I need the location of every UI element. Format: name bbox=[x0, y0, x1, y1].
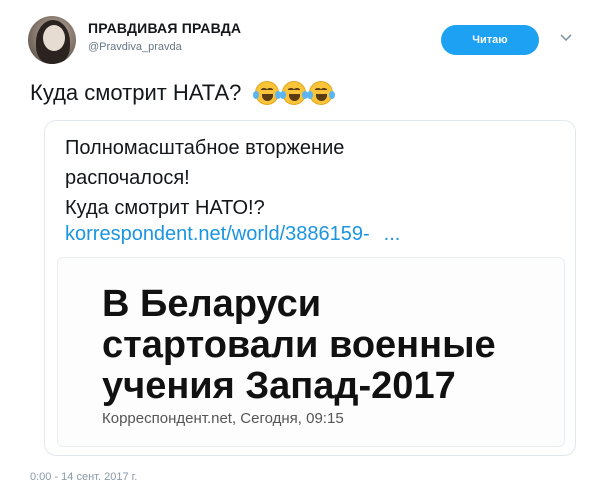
quoted-tweet-text: Полномасштабное вторжение распочалося! К… bbox=[65, 133, 344, 223]
avatar[interactable] bbox=[28, 16, 76, 64]
link-url[interactable]: korrespondent.net/world/3886159- bbox=[65, 223, 370, 245]
following-button[interactable]: Читаю bbox=[441, 25, 539, 55]
headline-line: стартовали военные bbox=[102, 324, 496, 366]
avatar-face bbox=[43, 25, 65, 51]
quoted-tweet-link[interactable]: korrespondent.net/world/3886159-... bbox=[65, 223, 400, 246]
headline-line: В Беларуси bbox=[102, 283, 322, 325]
quoted-tweet[interactable]: Полномасштабное вторжение распочалося! К… bbox=[44, 120, 576, 456]
tweet-text: Куда смотрит НАТА? bbox=[30, 80, 336, 106]
card-headline: В Беларуси стартовали военные учения Зап… bbox=[102, 284, 562, 407]
news-card-image[interactable]: В Беларуси стартовали военные учения Зап… bbox=[57, 257, 565, 447]
quoted-text-line: Полномасштабное вторжение bbox=[65, 137, 345, 159]
link-ellipsis: ... bbox=[383, 223, 401, 245]
display-name[interactable]: ПРАВДИВАЯ ПРАВДА bbox=[88, 20, 241, 36]
face-with-tears-of-joy-icon bbox=[307, 81, 336, 105]
card-source: Корреспондент.net, Сегодня, 09:15 bbox=[102, 410, 344, 427]
user-handle[interactable]: @Pravdiva_pravda bbox=[88, 41, 182, 53]
emoji-group bbox=[253, 81, 336, 105]
chevron-down-icon[interactable] bbox=[558, 30, 574, 46]
face-with-tears-of-joy-icon bbox=[253, 81, 282, 105]
quoted-text-line: Куда смотрит НАТО!? bbox=[65, 197, 265, 219]
face-with-tears-of-joy-icon bbox=[280, 81, 309, 105]
headline-line: учения Запад-2017 bbox=[102, 365, 456, 407]
tweet-header: ПРАВДИВАЯ ПРАВДА @Pravdiva_pravda Читаю bbox=[28, 16, 588, 66]
tweet-timestamp[interactable]: 0:00 - 14 сент. 2017 г. bbox=[30, 471, 137, 483]
tweet-body: Куда смотрит НАТА? bbox=[30, 80, 242, 105]
quoted-text-line: распочалося! bbox=[65, 167, 190, 189]
